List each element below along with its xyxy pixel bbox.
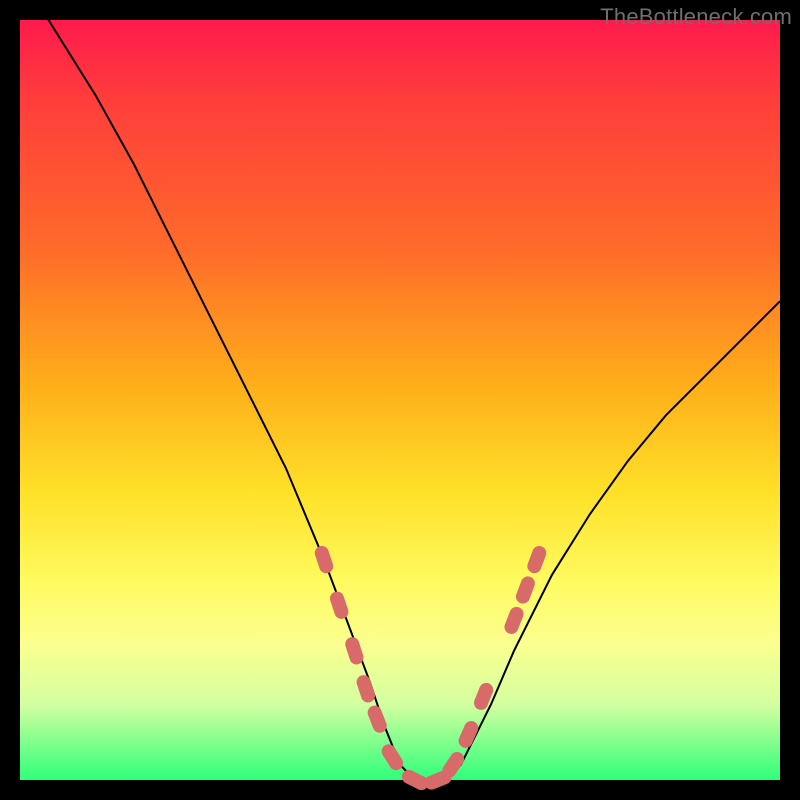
highlight-marker: [472, 681, 495, 712]
highlight-marker: [355, 673, 377, 704]
highlight-marker: [343, 635, 365, 666]
highlight-marker: [525, 544, 548, 575]
chart-frame: TheBottleneck.com: [0, 0, 800, 800]
highlight-marker: [313, 544, 335, 575]
highlight-marker: [379, 742, 406, 773]
highlight-marker: [514, 574, 537, 605]
highlight-marker: [328, 590, 350, 621]
watermark-text: TheBottleneck.com: [600, 4, 792, 30]
curve-group: [20, 0, 780, 780]
bottleneck-curve: [20, 0, 780, 780]
chart-svg: [20, 20, 780, 780]
marker-group: [313, 544, 548, 792]
highlight-marker: [502, 605, 525, 636]
